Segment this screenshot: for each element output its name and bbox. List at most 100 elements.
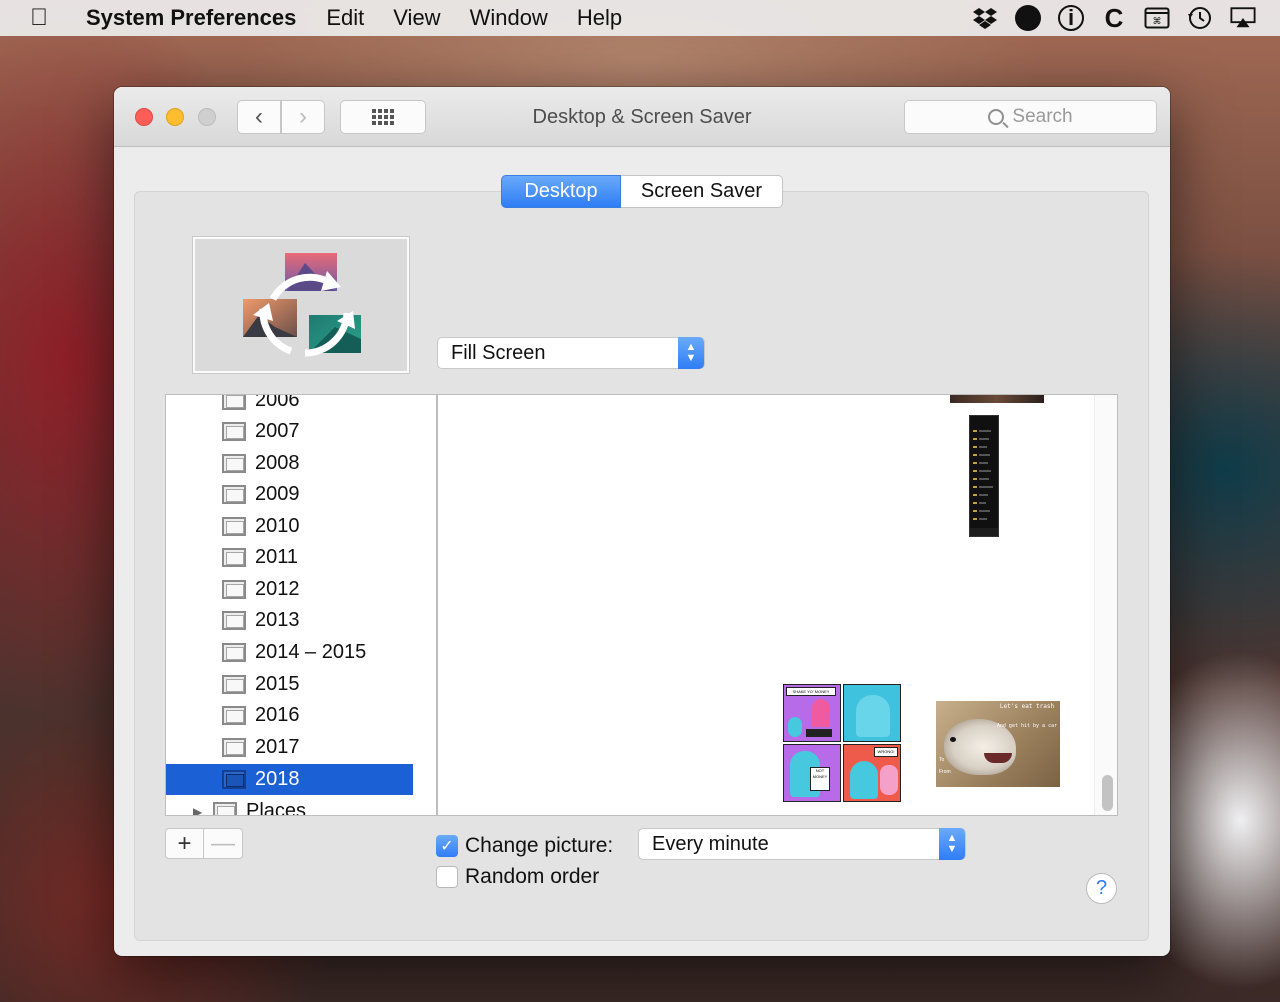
picture-thumbnail[interactable]: SHAKE YO' MONEY MAKER! NOT MONEY WRONG! — [782, 683, 903, 804]
remove-folder-button[interactable]: — — [204, 828, 243, 859]
comic-caption: SHAKE YO' MONEY MAKER! — [786, 687, 836, 696]
list-item[interactable]: 2011 — [166, 542, 413, 573]
popup-arrows-icon: ▲ ▼ — [939, 828, 965, 860]
folder-icon — [213, 802, 237, 815]
list-item-label: 2009 — [255, 483, 300, 505]
list-item[interactable]: 2007 — [166, 416, 413, 447]
rotating-pictures-icon — [243, 253, 361, 357]
folder-icon — [222, 738, 246, 757]
folder-icon — [222, 485, 246, 504]
list-item-label: 2011 — [255, 546, 299, 568]
list-item[interactable]: 2009 — [166, 479, 413, 510]
gallery-scroll-thumb[interactable] — [1102, 775, 1113, 811]
checkmark-circle-icon[interactable]: ✓ — [1015, 5, 1041, 31]
dropbox-icon[interactable] — [972, 5, 998, 31]
list-item[interactable]: 2010 — [166, 511, 413, 542]
tab-bar: Desktop Screen Saver — [501, 175, 783, 208]
folder-icon — [222, 422, 246, 441]
time-machine-icon[interactable] — [1187, 5, 1213, 31]
list-item-label: 2007 — [255, 420, 300, 442]
places-group[interactable]: ▶ Places — [166, 796, 413, 816]
picture-thumbnail[interactable] — [950, 395, 1044, 403]
status-menu-extras: ✓ i C ⌘ — [972, 0, 1256, 36]
list-item[interactable]: 2014 – 2015 — [166, 637, 413, 668]
menu-bar:  System Preferences Edit View Window He… — [0, 0, 1280, 36]
svg-text:⌘: ⌘ — [1153, 17, 1162, 27]
change-picture-label[interactable]: Change picture: — [465, 834, 613, 858]
folder-icon — [222, 706, 246, 725]
list-item-label: 2006 — [255, 394, 300, 411]
disclosure-triangle-icon[interactable]: ▶ — [193, 805, 209, 816]
help-button[interactable]: ? — [1086, 873, 1117, 904]
places-label: Places — [246, 800, 307, 816]
desktop-preview-well — [193, 237, 409, 373]
menu-app-name[interactable]: System Preferences — [86, 5, 296, 31]
list-item-label: 2008 — [255, 452, 300, 474]
picture-gallery[interactable]: SHAKE YO' MONEY MAKER! NOT MONEY WRONG! — [437, 394, 1118, 816]
comic-shout: WRONG! — [874, 747, 898, 757]
folder-icon — [222, 643, 246, 662]
folder-icon — [222, 675, 246, 694]
folder-icon — [222, 548, 246, 567]
list-item-label: 2014 – 2015 — [255, 641, 367, 663]
list-item[interactable]: 2013 — [166, 605, 413, 636]
fill-mode-popup[interactable]: Fill Screen ▲ ▼ — [437, 337, 705, 369]
add-remove-folder-controls: + — — [165, 828, 243, 859]
possum-caption-line-2: And get hit by a car — [996, 723, 1058, 729]
folder-icon — [222, 580, 246, 599]
possum-to-label: To — [939, 757, 945, 763]
menu-view[interactable]: View — [393, 5, 440, 31]
list-item-label: 2010 — [255, 515, 300, 537]
list-item-label: 2013 — [255, 609, 300, 631]
possum-caption-line-1: Let's eat trash — [999, 703, 1055, 710]
folder-icon — [222, 454, 246, 473]
checkmark-icon: ✓ — [440, 838, 454, 855]
gallery-scrollbar[interactable] — [1094, 395, 1117, 815]
list-item[interactable]: 2012 — [166, 574, 413, 605]
search-field[interactable]: Search — [904, 100, 1157, 134]
search-placeholder: Search — [1012, 106, 1073, 127]
fill-mode-value: Fill Screen — [451, 341, 546, 364]
folder-icon — [222, 770, 246, 789]
list-item[interactable]: 2017 — [166, 732, 413, 763]
tab-desktop[interactable]: Desktop — [501, 175, 621, 208]
menu-help[interactable]: Help — [577, 5, 622, 31]
change-picture-checkbox[interactable]: ✓ — [436, 835, 458, 857]
list-item[interactable]: 2015 — [166, 669, 413, 700]
list-item-label: 2018 — [255, 768, 300, 790]
list-item-label: 2017 — [255, 736, 300, 758]
apple-logo-icon[interactable]:  — [30, 4, 70, 32]
tab-screen-saver[interactable]: Screen Saver — [621, 175, 783, 208]
list-item-label: 2015 — [255, 673, 300, 695]
search-icon — [988, 109, 1005, 125]
popup-arrows-icon: ▲ ▼ — [678, 337, 704, 369]
menu-window[interactable]: Window — [470, 5, 548, 31]
onepassword-icon[interactable]: i — [1058, 5, 1084, 31]
list-item-label: 2016 — [255, 704, 300, 726]
random-order-checkbox[interactable] — [436, 866, 458, 888]
list-item[interactable]: 2006 — [166, 394, 413, 416]
folder-icon — [222, 517, 246, 536]
change-interval-value: Every minute — [652, 832, 769, 855]
comic-sign: NOT MONEY — [810, 767, 830, 791]
random-order-label[interactable]: Random order — [465, 865, 599, 889]
airplay-icon[interactable] — [1230, 5, 1256, 31]
preferences-window: ‹ › Desktop & Screen Saver Search Deskto… — [114, 87, 1170, 956]
folder-icon — [222, 611, 246, 630]
possum-from-label: From — [939, 769, 951, 775]
list-item-selected[interactable]: 2018 — [166, 764, 413, 795]
keyboard-shortcut-icon[interactable]: ⌘ — [1144, 5, 1170, 31]
menu-edit[interactable]: Edit — [326, 5, 364, 31]
phone-screenshot-graphic — [970, 430, 998, 536]
folder-icon — [222, 395, 246, 410]
folder-source-list[interactable]: 2006 2007 2008 2009 2010 2011 2012 2013 … — [165, 394, 437, 816]
picture-thumbnail[interactable] — [969, 415, 999, 537]
title-bar: ‹ › Desktop & Screen Saver Search — [114, 87, 1170, 147]
picture-thumbnail[interactable]: Let's eat trash And get hit by a car To … — [936, 701, 1060, 787]
c-icon[interactable]: C — [1101, 3, 1127, 33]
list-item-label: 2012 — [255, 578, 300, 600]
change-interval-popup[interactable]: Every minute ▲ ▼ — [638, 828, 966, 860]
list-item[interactable]: 2016 — [166, 700, 413, 731]
add-folder-button[interactable]: + — [165, 828, 204, 859]
list-item[interactable]: 2008 — [166, 448, 413, 479]
